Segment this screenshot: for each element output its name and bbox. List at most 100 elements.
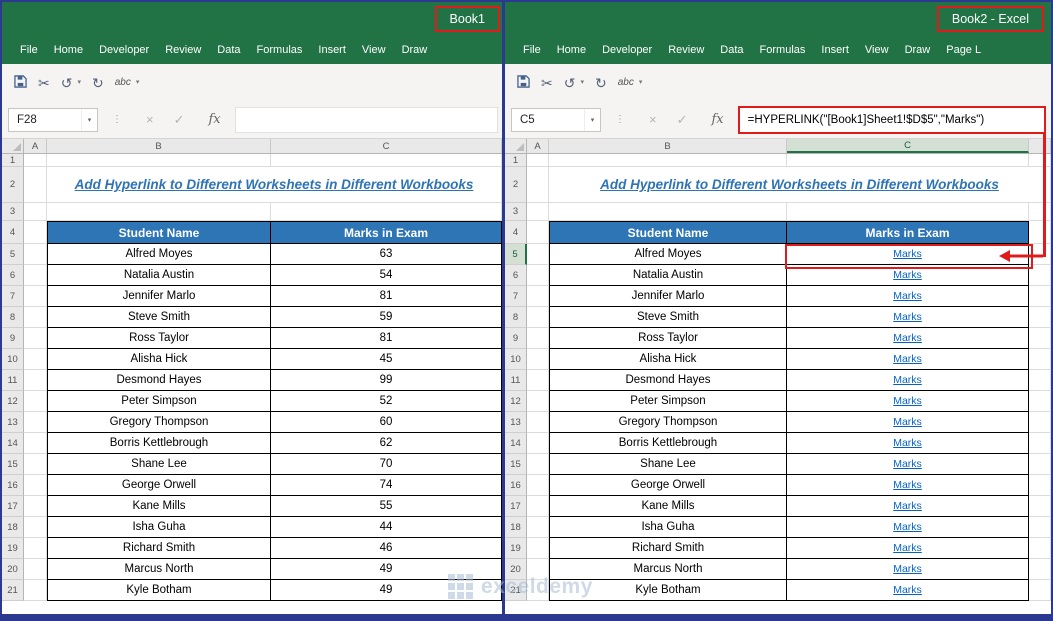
row-header-12[interactable]: 12 <box>2 391 24 412</box>
formula-input-annotated[interactable]: =HYPERLINK("[Book1]Sheet1!$D$5","Marks") <box>737 105 1046 134</box>
cell-B10[interactable]: Alisha Hick <box>549 349 787 370</box>
cell-D1[interactable] <box>1029 154 1051 167</box>
cell-B1[interactable] <box>47 154 271 167</box>
cell-A16[interactable] <box>24 475 47 496</box>
cell-B9[interactable]: Ross Taylor <box>549 328 787 349</box>
cell-A8[interactable] <box>527 307 549 328</box>
cell-B20[interactable]: Marcus North <box>549 559 787 580</box>
ribbon-tab-data[interactable]: Data <box>712 44 751 56</box>
cell-C16[interactable]: 74 <box>271 475 502 496</box>
cell-D15[interactable] <box>1029 454 1051 475</box>
cell-C10[interactable]: 45 <box>271 349 502 370</box>
cut-icon[interactable]: ✂ <box>541 76 553 90</box>
cell-A3[interactable] <box>527 203 549 221</box>
cell-D18[interactable] <box>1029 517 1051 538</box>
cell-B8[interactable]: Steve Smith <box>549 307 787 328</box>
cell-C9[interactable]: Marks <box>787 328 1029 349</box>
cell-C13[interactable]: Marks <box>787 412 1029 433</box>
ribbon-tab-developer[interactable]: Developer <box>594 44 660 56</box>
cell-A2[interactable] <box>527 167 549 203</box>
cell-C9[interactable]: 81 <box>271 328 502 349</box>
ribbon-tab-data[interactable]: Data <box>209 44 248 56</box>
cell-A18[interactable] <box>527 517 549 538</box>
cell-A5[interactable] <box>527 244 549 265</box>
ribbon-tab-review[interactable]: Review <box>660 44 712 56</box>
row-header-1[interactable]: 1 <box>2 154 24 167</box>
cell-B17[interactable]: Kane Mills <box>549 496 787 517</box>
cell-A7[interactable] <box>24 286 47 307</box>
cell-B11[interactable]: Desmond Hayes <box>47 370 271 391</box>
cell-A6[interactable] <box>527 265 549 286</box>
marks-hyperlink-row-13[interactable]: Marks <box>893 416 922 428</box>
row-header-16[interactable]: 16 <box>505 475 527 496</box>
cell-A4[interactable] <box>527 221 549 244</box>
marks-hyperlink-row-8[interactable]: Marks <box>893 311 922 323</box>
cell-B6[interactable]: Natalia Austin <box>47 265 271 286</box>
cell-C1[interactable] <box>271 154 502 167</box>
ribbon-tab-page-l[interactable]: Page L <box>938 44 989 56</box>
cell-A8[interactable] <box>24 307 47 328</box>
cell-D8[interactable] <box>1029 307 1051 328</box>
row-header-2[interactable]: 2 <box>505 167 527 203</box>
ribbon-tab-file[interactable]: File <box>515 44 549 56</box>
ribbon-tab-insert[interactable]: Insert <box>813 44 857 56</box>
marks-hyperlink-row-9[interactable]: Marks <box>893 332 922 344</box>
cell-A10[interactable] <box>527 349 549 370</box>
ribbon-tab-formulas[interactable]: Formulas <box>752 44 814 56</box>
row-header-9[interactable]: 9 <box>505 328 527 349</box>
cell-B16[interactable]: George Orwell <box>47 475 271 496</box>
name-box[interactable]: C5 ▾ <box>511 107 601 132</box>
cell-A11[interactable] <box>24 370 47 391</box>
cell-B13[interactable]: Gregory Thompson <box>47 412 271 433</box>
cell-A20[interactable] <box>527 559 549 580</box>
marks-hyperlink-row-18[interactable]: Marks <box>893 521 922 533</box>
cell-B16[interactable]: George Orwell <box>549 475 787 496</box>
row-header-3[interactable]: 3 <box>2 203 24 221</box>
row-header-19[interactable]: 19 <box>505 538 527 559</box>
cell-C17[interactable]: 55 <box>271 496 502 517</box>
chevron-down-icon[interactable]: ▾ <box>81 108 97 131</box>
cell-D14[interactable] <box>1029 433 1051 454</box>
cell-B6[interactable]: Natalia Austin <box>549 265 787 286</box>
cell-B5[interactable]: Alfred Moyes <box>549 244 787 265</box>
ribbon-tab-insert[interactable]: Insert <box>310 44 354 56</box>
insert-function-icon[interactable]: fx <box>712 112 724 127</box>
cell-B12[interactable]: Peter Simpson <box>549 391 787 412</box>
cell-B10[interactable]: Alisha Hick <box>47 349 271 370</box>
cell-A3[interactable] <box>24 203 47 221</box>
cell-D3[interactable] <box>1029 203 1051 221</box>
row-header-14[interactable]: 14 <box>505 433 527 454</box>
cell-D20[interactable] <box>1029 559 1051 580</box>
column-header-A[interactable]: A <box>24 139 47 153</box>
cell-B11[interactable]: Desmond Hayes <box>549 370 787 391</box>
cell-B14[interactable]: Borris Kettlebrough <box>47 433 271 454</box>
chevron-down-icon[interactable]: ▾ <box>580 79 584 86</box>
cell-A11[interactable] <box>527 370 549 391</box>
cell-A4[interactable] <box>24 221 47 244</box>
marks-hyperlink-row-6[interactable]: Marks <box>893 269 922 281</box>
row-header-21[interactable]: 21 <box>2 580 24 601</box>
row-header-17[interactable]: 17 <box>505 496 527 517</box>
column-header-A[interactable]: A <box>527 139 549 153</box>
ribbon-tab-home[interactable]: Home <box>549 44 594 56</box>
cell-C14[interactable]: Marks <box>787 433 1029 454</box>
cell-B18[interactable]: Isha Guha <box>549 517 787 538</box>
insert-function-icon[interactable]: fx <box>209 112 221 127</box>
cell-B14[interactable]: Borris Kettlebrough <box>549 433 787 454</box>
cell-C20[interactable]: 49 <box>271 559 502 580</box>
formula-input[interactable] <box>234 106 498 133</box>
cell-C18[interactable]: 44 <box>271 517 502 538</box>
cell-C21[interactable]: Marks <box>787 580 1029 601</box>
ribbon-tab-formulas[interactable]: Formulas <box>249 44 311 56</box>
cell-A9[interactable] <box>527 328 549 349</box>
cell-B12[interactable]: Peter Simpson <box>47 391 271 412</box>
cell-C10[interactable]: Marks <box>787 349 1029 370</box>
row-header-7[interactable]: 7 <box>2 286 24 307</box>
ribbon-tab-view[interactable]: View <box>857 44 897 56</box>
undo-icon[interactable]: ↺ <box>61 76 73 90</box>
cell-D7[interactable] <box>1029 286 1051 307</box>
cell-A21[interactable] <box>527 580 549 601</box>
cell-A6[interactable] <box>24 265 47 286</box>
save-icon[interactable] <box>14 75 27 90</box>
row-header-10[interactable]: 10 <box>505 349 527 370</box>
